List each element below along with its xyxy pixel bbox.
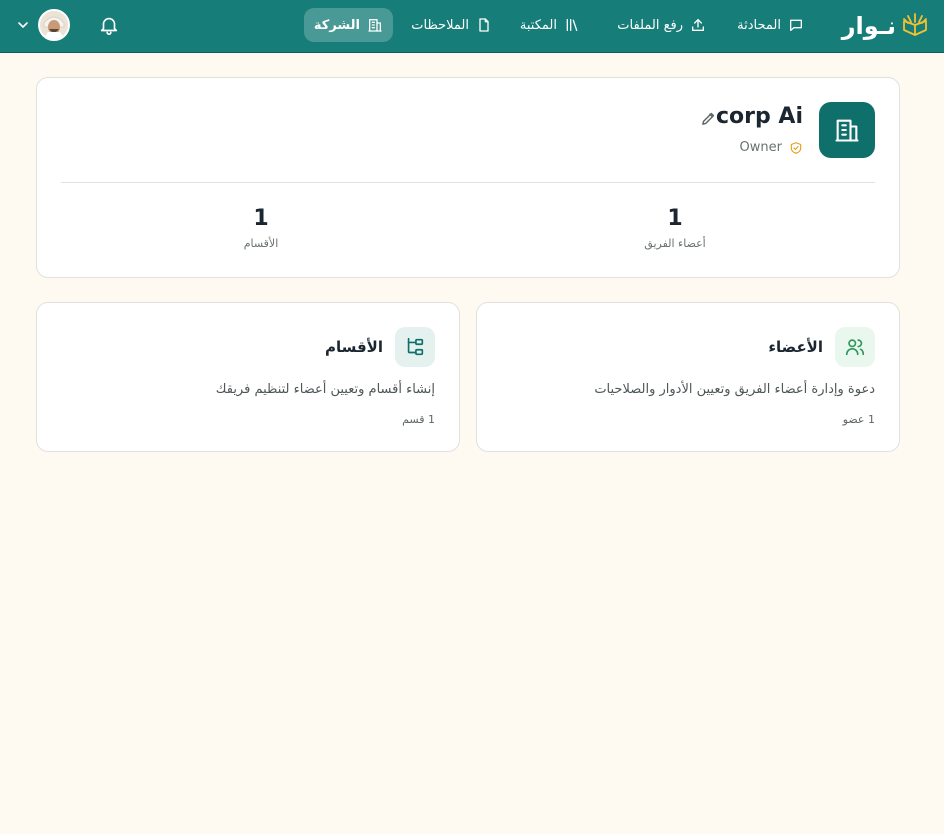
nav-library-label: المكتبة [519,17,557,33]
building-icon [835,119,859,142]
app-logo[interactable]: نـوار [842,8,930,44]
top-navigation-bar: نـوار المحادثة رفع الملفات المكتبة الملا… [0,0,944,53]
departments-count: 1 قسم [402,413,435,426]
nav-upload-files[interactable]: رفع الملفات [607,8,716,42]
users-icon [845,339,865,356]
note-icon [479,18,489,32]
edit-pencil-icon[interactable] [700,110,717,127]
nav-notes[interactable]: الملاحظات [401,8,502,42]
departments-description: إنشاء أقسام وتعيين أعضاء لتنظيم فريقك [215,382,435,397]
company-avatar [819,102,875,158]
nav-notes-label: الملاحظات [411,17,469,33]
building-icon [368,19,382,32]
members-count: 1 عضو [842,413,875,426]
upload-icon [692,19,704,31]
members-card[interactable]: الأعضاء دعوة وإدارة أعضاء الفريق وتعيين … [476,302,900,452]
nav-chat-label: المحادثة [737,17,781,33]
stat-value: 1 [667,206,683,231]
stat-label: أعضاء الفريق [644,237,706,250]
folder-tree-icon [407,337,424,356]
logo-book-icon [903,13,927,36]
bell-icon[interactable] [98,14,120,36]
nav-library[interactable]: المكتبة [510,8,590,42]
stat-label: الأقسام [243,237,279,250]
nav-company[interactable]: الشركة [303,8,393,42]
logo-text: نـوار [841,12,896,40]
company-summary-card: corp Ai Owner 1 أعضاء الفريق 1 الأقسام [36,77,900,278]
departments-icon-box [395,327,435,367]
role-label: Owner [739,140,782,155]
stat-team-members: 1 أعضاء الفريق [595,206,755,250]
nav-company-label: الشركة [313,17,360,33]
user-portrait-icon [40,11,68,39]
nav-chat[interactable]: المحادثة [727,8,814,42]
avatar[interactable] [38,9,70,41]
members-icon-box [835,327,875,367]
chevron-down-icon[interactable] [16,18,30,32]
chat-icon [790,19,802,31]
company-name: corp Ai [716,104,803,129]
members-description: دعوة وإدارة أعضاء الفريق وتعيين الأدوار … [594,382,875,397]
stat-departments: 1 الأقسام [181,206,341,250]
divider [61,182,875,183]
stat-value: 1 [253,206,269,231]
library-icon [566,19,578,31]
departments-title: الأقسام [324,338,383,356]
nav-upload-label: رفع الملفات [617,17,683,33]
role-badge: Owner [740,140,803,155]
departments-card[interactable]: الأقسام إنشاء أقسام وتعيين أعضاء لتنظيم … [36,302,460,452]
shield-check-icon [790,141,802,154]
members-title: الأعضاء [768,338,823,356]
